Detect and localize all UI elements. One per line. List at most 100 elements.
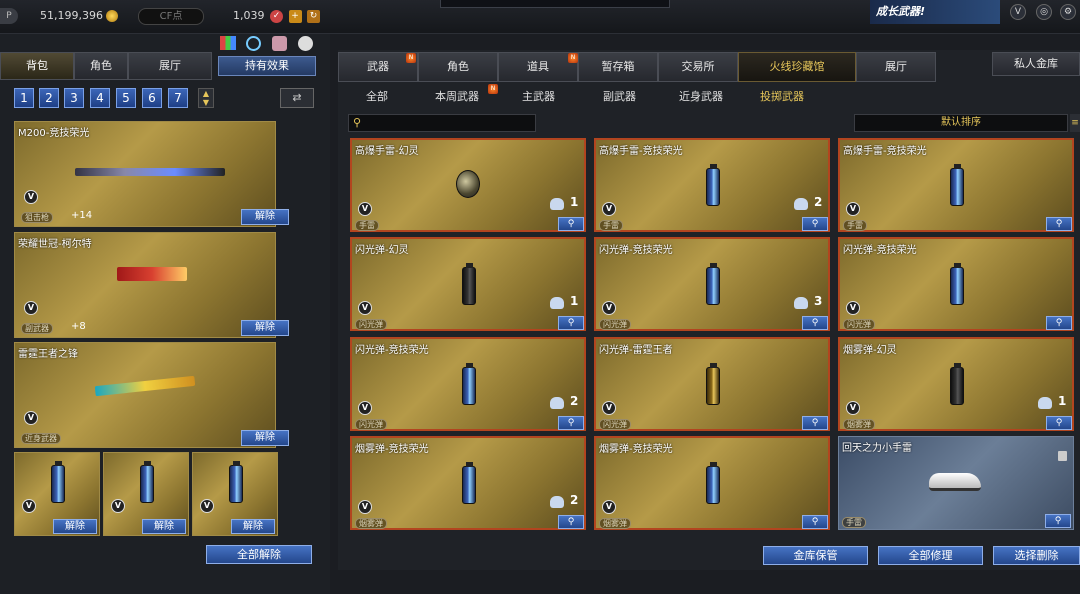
subtab-throwable[interactable]: 投掷武器: [760, 88, 804, 104]
bag-icon[interactable]: [298, 36, 313, 51]
inspect-icon[interactable]: ⚲: [558, 217, 584, 231]
inventory-item-card[interactable]: 闪光弹-幻灵 V 闪光弹 1 ⚲: [350, 237, 586, 331]
enhance-level: +14: [71, 210, 93, 221]
stack-count-icon: [550, 198, 564, 210]
equipped-primary-card[interactable]: M200-竞技荣光 V 狙击枪 +14 解除: [14, 121, 289, 227]
paint-icon[interactable]: [272, 36, 287, 51]
item-name: 闪光弹-幻灵: [355, 245, 409, 256]
page-3[interactable]: 3: [64, 88, 84, 108]
page-4[interactable]: 4: [90, 88, 110, 108]
page-7[interactable]: 7: [168, 88, 188, 108]
shield-icon[interactable]: V: [1010, 4, 1026, 20]
coin-balance: 1,039 ✓ + ↻: [233, 9, 320, 23]
globe-icon[interactable]: ◎: [1036, 4, 1052, 20]
left-icon-row: [220, 36, 320, 52]
unequip-button[interactable]: 解除: [53, 519, 97, 534]
gp-balance: 51,199,396: [40, 9, 118, 22]
item-name: 闪光弹-竞技荣光: [599, 245, 673, 256]
stack-count: 2: [570, 493, 579, 507]
item-name: 高爆手雷-幻灵: [355, 146, 419, 157]
equipped-throwable-slot-3[interactable]: V 解除: [192, 452, 278, 536]
page-2[interactable]: 2: [39, 88, 59, 108]
category-tag: 烟雾弹: [843, 419, 875, 430]
subtab-melee[interactable]: 近身武器: [679, 88, 723, 104]
inventory-item-card[interactable]: 烟雾弹-竞技荣光 V 烟雾弹 2 ⚲: [350, 436, 586, 530]
inspect-icon[interactable]: ⚲: [558, 416, 584, 430]
tab-storage[interactable]: 暂存箱: [578, 52, 658, 82]
settings-icon[interactable]: ⚙: [1060, 4, 1076, 20]
unequip-button[interactable]: 解除: [241, 430, 289, 446]
page-6[interactable]: 6: [142, 88, 162, 108]
v-badge-icon: V: [846, 401, 860, 415]
holding-effect-button[interactable]: 持有效果: [218, 56, 316, 76]
repair-all-button[interactable]: 全部修理: [878, 546, 983, 565]
inspect-icon[interactable]: ⚲: [802, 416, 828, 430]
inventory-item-card[interactable]: 烟雾弹-竞技荣光 V 烟雾弹 ⚲: [594, 436, 830, 530]
grenade-image: [950, 263, 964, 305]
subtab-all[interactable]: 全部: [366, 88, 388, 104]
inventory-item-card[interactable]: 高爆手雷-竞技荣光 V 手雷 ⚲: [838, 138, 1074, 232]
equipped-secondary-card[interactable]: 荣耀世冠-柯尔特 V 副武器 +8 解除: [14, 232, 289, 338]
item-name: 荣耀世冠-柯尔特: [18, 239, 92, 250]
inspect-icon[interactable]: ⚲: [802, 316, 828, 330]
unequip-button[interactable]: 解除: [241, 320, 289, 336]
inspect-icon[interactable]: ⚲: [558, 515, 584, 529]
tab-exchange[interactable]: 交易所: [658, 52, 738, 82]
category-tag: 狙击枪: [21, 212, 53, 223]
tab-showroom[interactable]: 展厅: [128, 52, 212, 80]
unequip-button[interactable]: 解除: [142, 519, 186, 534]
page-5[interactable]: 5: [116, 88, 136, 108]
item-name: 高爆手雷-竞技荣光: [843, 146, 927, 157]
refresh-icon[interactable]: ↻: [307, 9, 320, 23]
release-all-button[interactable]: 全部解除: [206, 545, 312, 564]
add-coin-icon[interactable]: +: [288, 9, 302, 23]
equipped-throwable-slot-2[interactable]: V 解除: [103, 452, 189, 536]
tab-items[interactable]: 道具: [498, 52, 578, 82]
inventory-item-card[interactable]: 烟雾弹-幻灵 V 烟雾弹 1 ⚲: [838, 337, 1074, 431]
tab-character[interactable]: 角色: [74, 52, 128, 80]
inventory-item-card[interactable]: 闪光弹-雷霆王者 V 闪光弹 ⚲: [594, 337, 830, 431]
tab-exhibit[interactable]: 展厅: [856, 52, 936, 82]
tab-backpack[interactable]: 背包: [0, 52, 74, 80]
inspect-icon[interactable]: ⚲: [1046, 217, 1072, 231]
subtab-secondary[interactable]: 副武器: [603, 88, 636, 104]
tab-characters[interactable]: 角色: [418, 52, 498, 82]
equipped-melee-card[interactable]: 雷霆王者之锋 V 近身武器 解除: [14, 342, 289, 448]
swap-icon[interactable]: [246, 36, 261, 51]
sort-dropdown[interactable]: 默认排序: [854, 114, 1068, 132]
subtab-primary[interactable]: 主武器: [522, 88, 555, 104]
subtab-weekly[interactable]: 本周武器: [435, 88, 479, 104]
unequip-button[interactable]: 解除: [231, 519, 275, 534]
inventory-item-card[interactable]: 闪光弹-竞技荣光 V 闪光弹 3 ⚲: [594, 237, 830, 331]
search-input[interactable]: ⚲: [348, 114, 536, 132]
inspect-icon[interactable]: ⚲: [1045, 514, 1071, 528]
page-stepper[interactable]: ▲ ▼: [198, 88, 214, 108]
equipped-throwable-slot-1[interactable]: V 解除: [14, 452, 100, 536]
unequip-button[interactable]: 解除: [241, 209, 289, 225]
private-vault-button[interactable]: 私人金库: [992, 52, 1080, 76]
page-1[interactable]: 1: [14, 88, 34, 108]
inventory-item-card[interactable]: 回天之力小手雷 手雷 ⚲: [838, 436, 1074, 530]
growth-weapon-banner[interactable]: 成长武器!: [870, 0, 1000, 24]
ranking-icon[interactable]: [220, 36, 236, 50]
inspect-icon[interactable]: ⚲: [558, 316, 584, 330]
trash-icon[interactable]: [1058, 451, 1067, 461]
vault-store-button[interactable]: 金库保管: [763, 546, 868, 565]
sort-arrow-button[interactable]: ⇄: [280, 88, 314, 108]
inventory-item-card[interactable]: 闪光弹-竞技荣光 V 闪光弹 ⚲: [838, 237, 1074, 331]
inspect-icon[interactable]: ⚲: [802, 515, 828, 529]
tab-collection-hall[interactable]: 火线珍藏馆: [738, 52, 856, 82]
stack-count-icon: [1038, 397, 1052, 409]
shop-tabs-strip[interactable]: [440, 0, 670, 8]
inventory-item-card[interactable]: 高爆手雷-幻灵 V 手雷 1 ⚲: [350, 138, 586, 232]
list-menu-icon[interactable]: ≡: [1070, 114, 1080, 132]
inspect-icon[interactable]: ⚲: [1046, 316, 1072, 330]
select-delete-button[interactable]: 选择删除: [993, 546, 1080, 565]
inspect-icon[interactable]: ⚲: [1046, 416, 1072, 430]
stack-count: 1: [570, 294, 579, 308]
inspect-icon[interactable]: ⚲: [802, 217, 828, 231]
inventory-item-card[interactable]: 高爆手雷-竞技荣光 V 手雷 2 ⚲: [594, 138, 830, 232]
inventory-item-card[interactable]: 闪光弹-竞技荣光 V 闪光弹 2 ⚲: [350, 337, 586, 431]
grenade-image: [950, 164, 964, 206]
enhance-level: +8: [71, 321, 86, 332]
